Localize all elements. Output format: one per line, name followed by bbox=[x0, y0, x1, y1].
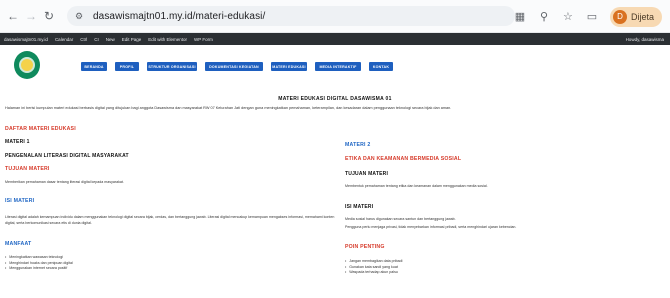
translate-icon[interactable]: ▦ bbox=[512, 9, 528, 25]
materi-2-poin-heading: POIN PENTING bbox=[345, 244, 385, 250]
materi-list-heading: DAFTAR MATERI EDUKASI bbox=[5, 126, 76, 132]
bookmark-item[interactable]: WP Form bbox=[194, 37, 213, 42]
browser-toolbar: ← → ↻ ⚙ dasawismajtn01.my.id/materi-eduk… bbox=[0, 0, 670, 33]
materi-1-tujuan-text: Memberikan pemahaman dasar tentang liter… bbox=[5, 180, 124, 184]
materi-1-title: PENGENALAN LITERASI DIGITAL MASYARAKAT bbox=[5, 153, 129, 159]
list-item: Meningkatkan wawasan teknologi bbox=[5, 255, 73, 261]
materi-1-manfaat-heading: MANFAAT bbox=[5, 241, 32, 247]
bookmark-item[interactable]: New bbox=[106, 37, 115, 42]
materi-2-label: MATERI 2 bbox=[345, 142, 371, 148]
materi-2-poin-list: Jangan membagikan data pribadi Gunakan k… bbox=[345, 259, 402, 276]
materi-2-isi-text-2: Pengguna perlu menjaga privasi, tidak me… bbox=[345, 225, 517, 229]
materi-2-isi-heading: ISI MATERI bbox=[345, 204, 374, 210]
materi-2-tujuan-text: Membentuk pemahaman tentang etika dan ke… bbox=[345, 184, 488, 188]
profile-button[interactable]: D Dijeta bbox=[609, 6, 662, 27]
materi-2-isi-text-1: Media sosial harus digunakan secara sant… bbox=[345, 217, 456, 221]
bookmark-item[interactable]: dasawismajtn01.my.id bbox=[4, 37, 48, 42]
menu-profil[interactable]: PROFIL bbox=[115, 62, 139, 71]
bookmark-item[interactable]: CI bbox=[94, 37, 99, 42]
page-title: MATERI EDUKASI DIGITAL DASAWISMA 01 bbox=[278, 96, 392, 102]
materi-1-label: MATERI 1 bbox=[5, 139, 30, 145]
list-item: Jangan membagikan data pribadi bbox=[345, 259, 402, 265]
address-url[interactable]: dasawismajtn01.my.id/materi-edukasi/ bbox=[93, 11, 265, 22]
address-bar[interactable]: ⚙ dasawismajtn01.my.id/materi-edukasi/ bbox=[67, 6, 515, 26]
bookmark-item[interactable]: Edit with Elementor bbox=[148, 37, 187, 42]
admin-greeting[interactable]: Howdy, dasawisma bbox=[626, 37, 664, 42]
site-header: BERANDA PROFIL STRUKTUR ORGANISASI DOKUM… bbox=[0, 45, 670, 92]
list-item: Menggunakan internet secara positif bbox=[5, 266, 73, 272]
materi-1-manfaat-list: Meningkatkan wawasan teknologi Menghinda… bbox=[5, 255, 73, 272]
bookmark-item[interactable]: Edit Page bbox=[122, 37, 142, 42]
page-intro: Halaman ini berisi kumpulan materi eduka… bbox=[5, 106, 452, 110]
materi-2-tujuan-heading: TUJUAN MATERI bbox=[345, 171, 389, 177]
extensions-icon[interactable]: ▭ bbox=[584, 9, 600, 25]
main-menu: BERANDA PROFIL STRUKTUR ORGANISASI DOKUM… bbox=[81, 62, 401, 71]
materi-1-isi-heading: ISI MATERI bbox=[5, 198, 35, 204]
bookmark-item[interactable]: Calendar bbox=[55, 37, 73, 42]
reload-icon[interactable]: ↻ bbox=[42, 9, 56, 23]
menu-materi-edukasi[interactable]: MATERI EDUKASI bbox=[271, 62, 307, 71]
bookmark-item[interactable]: Ctrl bbox=[80, 37, 87, 42]
avatar: D bbox=[612, 9, 627, 24]
menu-media-interaktif[interactable]: MEDIA INTERAKTIF bbox=[315, 62, 361, 71]
materi-1-isi-text: Literasi digital adalah kemampuan indivi… bbox=[5, 215, 335, 225]
menu-beranda[interactable]: BERANDA bbox=[81, 62, 107, 71]
bookmarks-bar: dasawismajtn01.my.id Calendar Ctrl CI Ne… bbox=[0, 33, 670, 45]
site-info-icon[interactable]: ⚙ bbox=[75, 11, 85, 21]
forward-icon[interactable]: → bbox=[24, 9, 38, 23]
bookmark-star-icon[interactable]: ☆ bbox=[560, 9, 576, 25]
materi-1-tujuan-heading: TUJUAN MATERI bbox=[5, 166, 50, 172]
menu-kontak[interactable]: KONTAK bbox=[369, 62, 393, 71]
profile-name: Dijeta bbox=[630, 11, 654, 22]
page-content: MATERI EDUKASI DIGITAL DASAWISMA 01 Hala… bbox=[0, 92, 670, 298]
back-icon[interactable]: ← bbox=[6, 9, 20, 23]
list-item: Waspada terhadap akun palsu bbox=[345, 270, 402, 276]
menu-struktur-organisasi[interactable]: STRUKTUR ORGANISASI bbox=[147, 62, 197, 71]
site-logo[interactable] bbox=[14, 51, 40, 79]
materi-2-title: ETIKA DAN KEAMANAN BERMEDIA SOSIAL bbox=[345, 156, 462, 162]
zoom-icon[interactable]: ⚲ bbox=[536, 9, 552, 25]
menu-dokumentasi-kegiatan[interactable]: DOKUMENTASI KEGIATAN bbox=[205, 62, 263, 71]
